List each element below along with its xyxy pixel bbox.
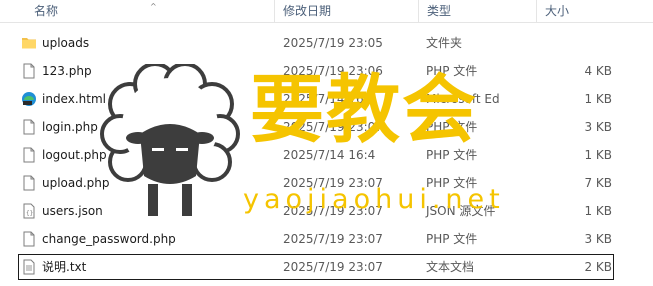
column-header-date[interactable]: 修改日期 bbox=[274, 0, 418, 22]
file-date: 2025/7/19 23:05 bbox=[283, 36, 383, 50]
file-name: users.json bbox=[42, 204, 103, 218]
json-file-icon: {} bbox=[21, 203, 37, 219]
file-size: 1 KB bbox=[584, 148, 612, 162]
file-size: 1 KB bbox=[584, 204, 612, 218]
file-name: index.html bbox=[42, 92, 106, 106]
file-size: 4 KB bbox=[584, 64, 612, 78]
file-size: 1 KB bbox=[584, 92, 612, 106]
file-size: 2 KB bbox=[584, 260, 612, 274]
file-size: 3 KB bbox=[584, 232, 612, 246]
watermark-url: yaojiaohui.net bbox=[243, 184, 505, 215]
file-icon bbox=[21, 147, 37, 163]
file-type: PHP 文件 bbox=[426, 232, 478, 246]
file-name: login.php bbox=[42, 120, 98, 134]
column-header-name-label: 名称 bbox=[34, 4, 59, 18]
file-icon bbox=[21, 231, 37, 247]
file-name: logout.php bbox=[42, 148, 107, 162]
file-size: 7 KB bbox=[584, 176, 612, 190]
file-name: 说明.txt bbox=[42, 260, 87, 274]
column-header-name[interactable]: ^ 名称 bbox=[0, 0, 274, 22]
edge-html-icon bbox=[21, 91, 37, 107]
sort-ascending-icon: ^ bbox=[150, 2, 157, 11]
file-type: 文件夹 bbox=[426, 36, 463, 50]
column-header-type[interactable]: 类型 bbox=[418, 0, 536, 22]
file-row[interactable]: 说明.txt 2025/7/19 23:07 文本文档 2 KB bbox=[0, 253, 653, 281]
text-file-icon bbox=[21, 259, 37, 275]
file-date: 2025/7/19 23:07 bbox=[283, 232, 383, 246]
file-date: 2025/7/19 23:07 bbox=[283, 260, 383, 274]
folder-icon bbox=[21, 35, 37, 51]
file-icon bbox=[21, 119, 37, 135]
file-name: change_password.php bbox=[42, 232, 176, 246]
file-size: 3 KB bbox=[584, 120, 612, 134]
column-header-date-label: 修改日期 bbox=[283, 4, 332, 18]
column-header-size-label: 大小 bbox=[545, 4, 570, 18]
sheep-logo-icon bbox=[100, 64, 240, 216]
file-type: 文本文档 bbox=[426, 260, 475, 274]
file-icon bbox=[21, 63, 37, 79]
file-icon bbox=[21, 175, 37, 191]
column-header-bar: ^ 名称 修改日期 类型 大小 bbox=[0, 0, 653, 23]
column-header-size[interactable]: 大小 bbox=[536, 0, 622, 22]
svg-text:{}: {} bbox=[26, 210, 33, 217]
file-size bbox=[560, 29, 612, 57]
file-row[interactable]: uploads 2025/7/19 23:05 文件夹 bbox=[0, 29, 653, 57]
watermark-brand: 要教会 bbox=[250, 67, 478, 153]
column-header-type-label: 类型 bbox=[427, 4, 452, 18]
file-row[interactable]: change_password.php 2025/7/19 23:07 PHP 文件… bbox=[0, 225, 653, 253]
file-name: uploads bbox=[42, 36, 90, 50]
file-name: 123.php bbox=[42, 64, 92, 78]
